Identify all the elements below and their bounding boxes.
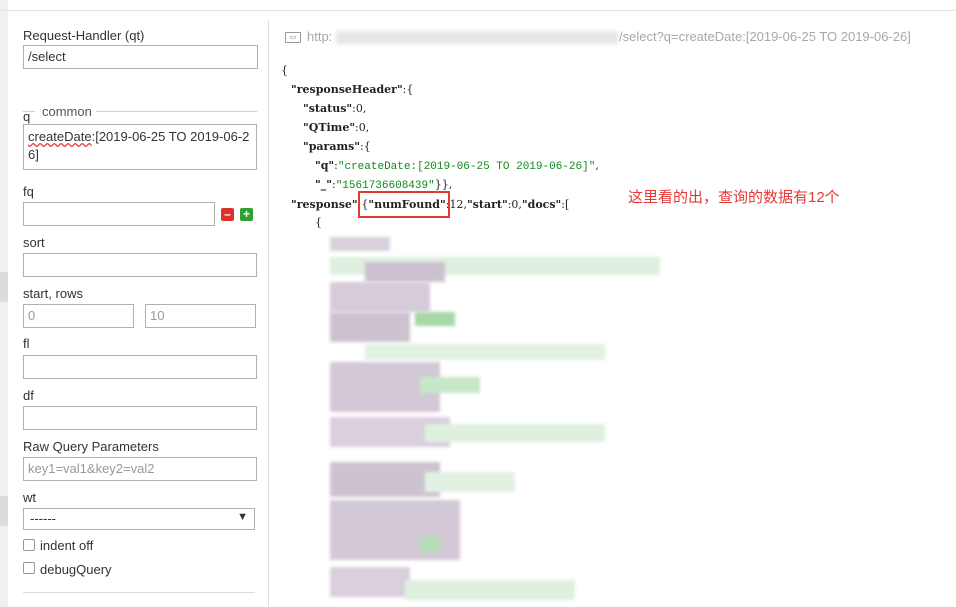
redacted-block xyxy=(405,580,575,600)
minus-icon[interactable]: – xyxy=(221,208,234,221)
left-edge-marker xyxy=(0,272,8,302)
json-open-brace: { xyxy=(281,64,288,77)
sort-label: sort xyxy=(23,235,45,250)
numfound-highlight-box xyxy=(358,191,450,218)
wt-select[interactable]: ------ ▼ xyxy=(23,508,255,530)
link-icon: ▭ xyxy=(285,32,301,43)
json-line-status: "status":0, xyxy=(303,102,367,115)
df-label: df xyxy=(23,388,34,403)
json-doc-brace: { xyxy=(315,216,322,229)
form-bottom-divider xyxy=(23,592,255,593)
fl-label: fl xyxy=(23,336,30,351)
indent-checkbox[interactable] xyxy=(23,539,35,551)
redacted-block xyxy=(330,567,410,597)
json-line-params: "params":{ xyxy=(303,140,371,153)
rows-input[interactable]: 10 xyxy=(145,304,256,328)
debug-query-label[interactable]: debugQuery xyxy=(40,562,112,577)
redacted-block xyxy=(420,377,480,393)
redacted-block xyxy=(365,262,445,282)
request-handler-label: Request-Handler (qt) xyxy=(23,28,145,43)
redacted-block xyxy=(415,312,455,326)
redacted-block xyxy=(425,472,515,492)
top-divider xyxy=(0,10,956,11)
redacted-block xyxy=(330,500,460,560)
left-edge-strip xyxy=(0,0,8,607)
redacted-block xyxy=(365,344,605,360)
start-input[interactable]: 0 xyxy=(23,304,134,328)
q-textarea[interactable]: createDate:[2019-06-25 TO 2019-06-26] xyxy=(23,124,257,170)
redacted-block xyxy=(330,282,430,312)
url-path: /select?q=createDate:[2019-06-25 TO 2019… xyxy=(619,29,911,44)
request-url-bar[interactable]: ▭ http: /select?q=createDate:[2019-06-25… xyxy=(281,25,941,49)
url-scheme: http: xyxy=(307,29,333,44)
redacted-documents xyxy=(325,232,665,607)
df-input[interactable] xyxy=(23,406,257,430)
common-divider-right xyxy=(96,111,257,112)
json-line-responseheader: "responseHeader":{ xyxy=(291,83,414,96)
wt-label: wt xyxy=(23,490,36,505)
json-line-qtime: "QTime":0, xyxy=(303,121,370,134)
common-section-title: common xyxy=(38,104,96,119)
plus-icon[interactable]: + xyxy=(240,208,253,221)
dropdown-arrow-icon: ▼ xyxy=(237,511,248,523)
left-edge-marker xyxy=(0,496,8,526)
q-field-name: createDate xyxy=(28,129,92,144)
redacted-block xyxy=(330,237,390,251)
q-label: q xyxy=(23,109,31,124)
debug-query-checkbox[interactable] xyxy=(23,562,35,574)
annotation-text: 这里看的出，查询的数据有12个 xyxy=(628,189,840,206)
fl-input[interactable] xyxy=(23,355,257,379)
wt-selected-value: ------ xyxy=(30,511,56,526)
redacted-block xyxy=(425,424,605,442)
sort-input[interactable] xyxy=(23,253,257,277)
redacted-block xyxy=(330,312,410,342)
fq-label: fq xyxy=(23,184,34,199)
json-line-q: "q":"createDate:[2019-06-25 TO 2019-06-2… xyxy=(315,159,599,173)
indent-label[interactable]: indent off xyxy=(40,538,93,553)
redacted-block xyxy=(420,537,440,553)
request-handler-input[interactable]: /select xyxy=(23,45,258,69)
fq-input[interactable] xyxy=(23,202,215,226)
redacted-block xyxy=(330,462,440,497)
start-rows-label: start, rows xyxy=(23,286,83,301)
url-redacted-host xyxy=(336,31,618,44)
raw-params-label: Raw Query Parameters xyxy=(23,439,159,454)
raw-params-input[interactable]: key1=val1&key2=val2 xyxy=(23,457,257,481)
